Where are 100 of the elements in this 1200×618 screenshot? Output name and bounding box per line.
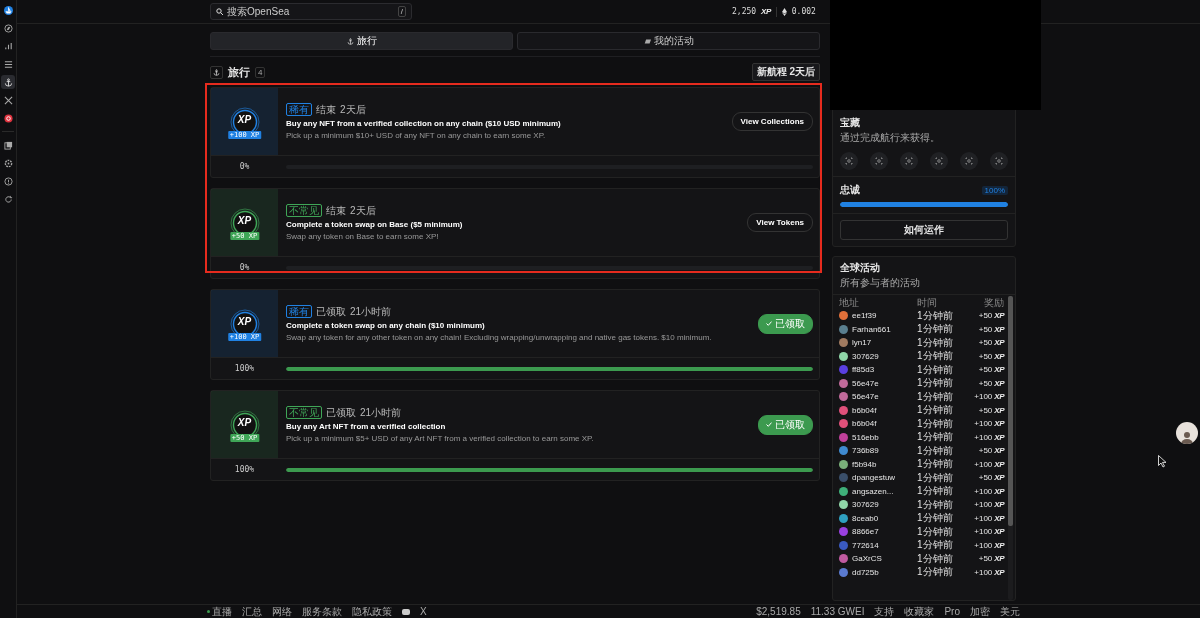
footer-item[interactable]: 11.33 GWEI bbox=[810, 606, 865, 617]
rarity-tag: 不常见 bbox=[286, 204, 322, 217]
footer-item[interactable]: 服务条款 bbox=[302, 605, 342, 618]
chat-icon[interactable] bbox=[402, 608, 410, 615]
footer-item[interactable]: 美元 bbox=[1000, 605, 1020, 618]
refresh-icon bbox=[3, 194, 13, 204]
footer-item[interactable]: 网络 bbox=[272, 605, 292, 618]
footer-item[interactable]: 收藏家 bbox=[904, 605, 935, 618]
reward-cell: +100 bbox=[974, 513, 993, 523]
person-icon bbox=[1180, 430, 1194, 444]
panel-title: 全球活动 bbox=[840, 261, 881, 275]
reward-cell: +100 bbox=[974, 419, 993, 429]
reward-cell: +50 bbox=[978, 324, 993, 334]
quest-description: Swap any token for any other token on any chain! Excluding wrapping/unwrapping and native gas tokens. $10 minimum. bbox=[286, 333, 713, 342]
time-label: 21小时前 bbox=[350, 306, 392, 317]
action-button[interactable]: View Tokens bbox=[747, 213, 813, 232]
time-cell-text: 1分钟前 bbox=[917, 497, 954, 512]
xp-logo: XP bbox=[994, 459, 1004, 469]
xp-logo: XP bbox=[994, 419, 1004, 429]
footer-item[interactable]: 支持 bbox=[874, 605, 895, 618]
anchor-icon bbox=[3, 77, 13, 87]
reward-cell: +100 bbox=[974, 432, 993, 442]
scroll-thumb[interactable] bbox=[1008, 296, 1013, 526]
sidebar-item[interactable] bbox=[1, 111, 15, 125]
reward-cell: +50 bbox=[978, 351, 993, 361]
target-icon bbox=[3, 113, 13, 123]
sidebar-item[interactable] bbox=[1, 21, 15, 35]
section-title: 旅行 bbox=[228, 64, 250, 80]
quest-description: Swap any token on Base to earn some XP! bbox=[286, 232, 440, 241]
time-cell-text: 1分钟前 bbox=[917, 403, 954, 418]
quest-title: Buy any NFT from a verified collection on any chain ($10 USD minimum) bbox=[286, 119, 562, 128]
xp-logo: XP bbox=[994, 567, 1004, 577]
claimed-button[interactable]: 已领取 bbox=[758, 313, 813, 334]
tab[interactable]: 旅行 bbox=[210, 32, 513, 50]
reward-cell: +50 bbox=[978, 365, 993, 375]
address-cell: b6b04f bbox=[852, 405, 877, 415]
column-header: 奖励 bbox=[983, 295, 1005, 310]
reward-cell: +50 bbox=[978, 473, 993, 483]
footer-item[interactable]: 汇总 bbox=[242, 605, 262, 618]
address-cell: GaXrCS bbox=[852, 554, 882, 564]
reward-cell: +100 bbox=[974, 527, 993, 537]
sidebar-item[interactable] bbox=[1, 174, 15, 188]
panel-subtitle: 通过完成航行来获得。 bbox=[840, 131, 941, 145]
address-cell: ff85d3 bbox=[852, 365, 875, 375]
reward-cell: +50 bbox=[978, 405, 993, 415]
quest-description: Pick up a minimum $5+ USD of any Art NFT from a verified collection to earn some XP. bbox=[286, 434, 595, 443]
panel-title: 宝藏 bbox=[840, 116, 861, 130]
time-cell-text: 1分钟前 bbox=[917, 389, 954, 404]
avatar-button[interactable] bbox=[1176, 422, 1198, 444]
ethereum-icon bbox=[781, 7, 787, 16]
xp-logo: XP bbox=[237, 114, 252, 125]
quest-title: Complete a token swap on Base ($5 minimum) bbox=[286, 220, 464, 229]
action-button[interactable]: View Collections bbox=[731, 112, 813, 131]
footer-item[interactable]: X bbox=[420, 606, 427, 617]
xp-logo: XP bbox=[994, 311, 1004, 321]
address-cell: dpangestuw bbox=[852, 473, 896, 483]
search-input[interactable]: 搜索OpenSea bbox=[227, 6, 394, 17]
time-label: 2天后 bbox=[340, 104, 366, 115]
xp-logo: XP bbox=[994, 513, 1004, 523]
xp-logo: XP bbox=[994, 540, 1004, 550]
reward-cell: +50 bbox=[978, 554, 993, 564]
xp-logo: XP bbox=[994, 392, 1004, 402]
flag-icon bbox=[643, 37, 651, 45]
time-cell-text: 1分钟前 bbox=[917, 322, 954, 337]
footer-item[interactable]: 隐私政策 bbox=[352, 605, 392, 618]
search-field[interactable]: 搜索OpenSea / bbox=[210, 3, 412, 20]
address-cell: f5b94b bbox=[852, 459, 877, 469]
loyalty-reading: 100% bbox=[981, 185, 1008, 195]
anchor-icon bbox=[346, 37, 354, 45]
time-label: 21小时前 bbox=[360, 407, 402, 418]
address-cell: 8866e7 bbox=[852, 527, 879, 537]
next-voyage-badge: 新航程 2天后 bbox=[751, 63, 820, 81]
claimed-button[interactable]: 已领取 bbox=[758, 414, 813, 435]
check-icon bbox=[766, 422, 772, 427]
reward-cell: +100 bbox=[974, 500, 993, 510]
tab[interactable]: 我的活动 bbox=[517, 32, 820, 50]
footer-item[interactable]: 加密 bbox=[970, 605, 990, 618]
address-cell: 8ceab0 bbox=[852, 513, 879, 523]
rarity-tag: 稀有 bbox=[286, 103, 312, 116]
sidebar-item[interactable] bbox=[1, 3, 15, 17]
compass-icon bbox=[3, 23, 13, 33]
help-icon bbox=[3, 176, 13, 186]
reward-cell: +50 bbox=[978, 338, 993, 348]
footer-link[interactable]: 直播 bbox=[212, 605, 232, 618]
footer-item[interactable]: $2,519.85 bbox=[756, 606, 801, 617]
how-it-works-button[interactable]: 如何运作 bbox=[840, 220, 1008, 240]
xp-logo: XP bbox=[994, 500, 1004, 510]
quest-title: Complete a token swap on any chain ($10 minimum) bbox=[286, 321, 486, 330]
address-cell: 56e47e bbox=[852, 392, 879, 402]
shortcut-key: / bbox=[397, 6, 406, 17]
scrollbar[interactable] bbox=[1008, 296, 1013, 600]
xp-balance: 2,250 bbox=[732, 7, 757, 16]
xp-logo: XP bbox=[994, 338, 1004, 348]
footer-item[interactable]: Pro bbox=[944, 606, 960, 617]
xp-logo: XP bbox=[994, 446, 1004, 456]
xp-logo: XP bbox=[994, 405, 1004, 415]
sidebar-item[interactable] bbox=[1, 75, 15, 89]
loyalty-label: 忠诚 bbox=[840, 183, 860, 197]
time-cell-text: 1分钟前 bbox=[917, 416, 954, 431]
time-cell-text: 1分钟前 bbox=[917, 511, 954, 526]
